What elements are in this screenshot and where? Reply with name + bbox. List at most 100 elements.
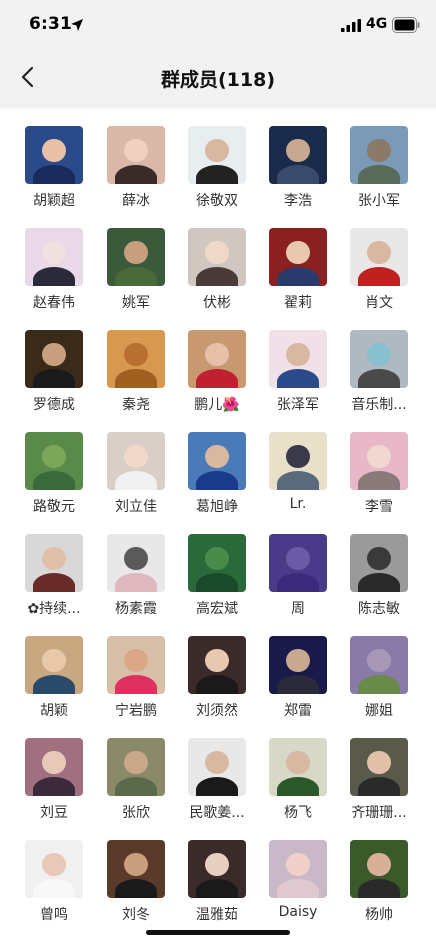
nav-divider xyxy=(0,104,436,112)
member-name: 民歌姜... xyxy=(189,805,245,821)
member-name: 翟莉 xyxy=(284,295,312,311)
member-item[interactable]: 齐珊珊... xyxy=(338,724,420,824)
avatar xyxy=(350,636,408,694)
member-name: 陈志敏 xyxy=(358,601,400,617)
member-item[interactable]: 薛冰 xyxy=(95,112,177,212)
battery-icon xyxy=(392,17,420,33)
avatar xyxy=(350,330,408,388)
avatar xyxy=(188,534,246,592)
member-name: 刘立佳 xyxy=(115,499,157,515)
member-name: 齐珊珊... xyxy=(351,805,407,821)
avatar xyxy=(107,432,165,490)
member-item[interactable]: 民歌姜... xyxy=(176,724,258,824)
avatar xyxy=(188,840,246,898)
avatar xyxy=(269,840,327,898)
member-name: 宁岩鹏 xyxy=(115,703,157,719)
member-name: 刘须然 xyxy=(196,703,238,719)
member-item[interactable]: 张泽军 xyxy=(257,316,339,416)
member-item[interactable]: 姚军 xyxy=(95,214,177,314)
member-name: 温雅茹 xyxy=(196,907,238,923)
member-item[interactable]: 音乐制... xyxy=(338,316,420,416)
avatar xyxy=(107,330,165,388)
member-item[interactable]: 张欣 xyxy=(95,724,177,824)
member-item[interactable]: 郑雷 xyxy=(257,622,339,722)
member-name: 娜姐 xyxy=(365,703,393,719)
member-item[interactable]: Daisy xyxy=(257,826,339,926)
member-name: 杨素霞 xyxy=(115,601,157,617)
member-name: 张欣 xyxy=(122,805,150,821)
member-item[interactable]: 温雅茹 xyxy=(176,826,258,926)
member-item[interactable]: 葛旭峥 xyxy=(176,418,258,518)
member-item[interactable]: 刘须然 xyxy=(176,622,258,722)
avatar xyxy=(350,738,408,796)
member-item[interactable]: 周 xyxy=(257,520,339,620)
member-item[interactable]: 胡颖超 xyxy=(13,112,95,212)
member-item[interactable]: 曾鸣 xyxy=(13,826,95,926)
avatar xyxy=(25,534,83,592)
members-grid: 胡颖超 薛冰 徐敬双 李浩 张小军赵春伟 姚军 伏彬 翟莉 肖文罗德成 秦尧 鹏儿🌺 张泽军 音乐制..… xyxy=(0,112,436,944)
member-item[interactable]: 路敬元 xyxy=(13,418,95,518)
avatar xyxy=(188,636,246,694)
avatar xyxy=(269,636,327,694)
avatar xyxy=(188,228,246,286)
member-item[interactable]: ✿持续... xyxy=(13,520,95,620)
location-arrow-icon xyxy=(71,19,83,31)
member-item[interactable]: 刘立佳 xyxy=(95,418,177,518)
status-time: 6:31 xyxy=(29,14,73,34)
member-item[interactable]: 胡颖 xyxy=(13,622,95,722)
member-name: 郑雷 xyxy=(284,703,312,719)
member-item[interactable]: 陈志敏 xyxy=(338,520,420,620)
member-item[interactable]: 鹏儿🌺 xyxy=(176,316,258,416)
member-name: 曾鸣 xyxy=(40,907,68,923)
member-item[interactable]: 娜姐 xyxy=(338,622,420,722)
member-name: 刘冬 xyxy=(122,907,150,923)
member-item[interactable]: 翟莉 xyxy=(257,214,339,314)
member-name: 周 xyxy=(291,601,305,617)
member-name: 徐敬双 xyxy=(196,193,238,209)
nav-bar: 群成员(118) xyxy=(0,52,436,104)
status-bar: 6:31 4G xyxy=(0,0,436,52)
member-item[interactable]: 杨素霞 xyxy=(95,520,177,620)
avatar xyxy=(269,126,327,184)
member-name: 张泽军 xyxy=(277,397,319,413)
member-item[interactable]: 秦尧 xyxy=(95,316,177,416)
member-item[interactable]: 刘豆 xyxy=(13,724,95,824)
avatar xyxy=(350,840,408,898)
avatar xyxy=(107,840,165,898)
member-name: 刘豆 xyxy=(40,805,68,821)
member-item[interactable]: 徐敬双 xyxy=(176,112,258,212)
avatar xyxy=(25,636,83,694)
avatar xyxy=(350,228,408,286)
member-name: 李浩 xyxy=(284,193,312,209)
member-name: 音乐制... xyxy=(351,397,407,413)
avatar xyxy=(107,126,165,184)
avatar xyxy=(269,228,327,286)
member-item[interactable]: 杨帅 xyxy=(338,826,420,926)
avatar xyxy=(350,126,408,184)
avatar xyxy=(107,738,165,796)
member-name: 李雪 xyxy=(365,499,393,515)
page-title: 群成员(118) xyxy=(160,69,276,91)
avatar xyxy=(350,534,408,592)
member-item[interactable]: 刘冬 xyxy=(95,826,177,926)
avatar xyxy=(269,738,327,796)
member-name: Daisy xyxy=(278,904,318,920)
member-item[interactable]: 高宏斌 xyxy=(176,520,258,620)
member-item[interactable]: 张小军 xyxy=(338,112,420,212)
member-item[interactable]: 李浩 xyxy=(257,112,339,212)
member-item[interactable]: Lr. xyxy=(257,418,339,518)
avatar xyxy=(107,534,165,592)
avatar xyxy=(25,432,83,490)
member-item[interactable]: 李雪 xyxy=(338,418,420,518)
member-item[interactable]: 杨飞 xyxy=(257,724,339,824)
avatar xyxy=(188,126,246,184)
member-name: 赵春伟 xyxy=(33,295,75,311)
member-item[interactable]: 肖文 xyxy=(338,214,420,314)
member-item[interactable]: 伏彬 xyxy=(176,214,258,314)
member-item[interactable]: 宁岩鹏 xyxy=(95,622,177,722)
avatar xyxy=(25,330,83,388)
avatar xyxy=(269,432,327,490)
member-item[interactable]: 罗德成 xyxy=(13,316,95,416)
member-item[interactable]: 赵春伟 xyxy=(13,214,95,314)
member-name: 伏彬 xyxy=(203,295,231,311)
